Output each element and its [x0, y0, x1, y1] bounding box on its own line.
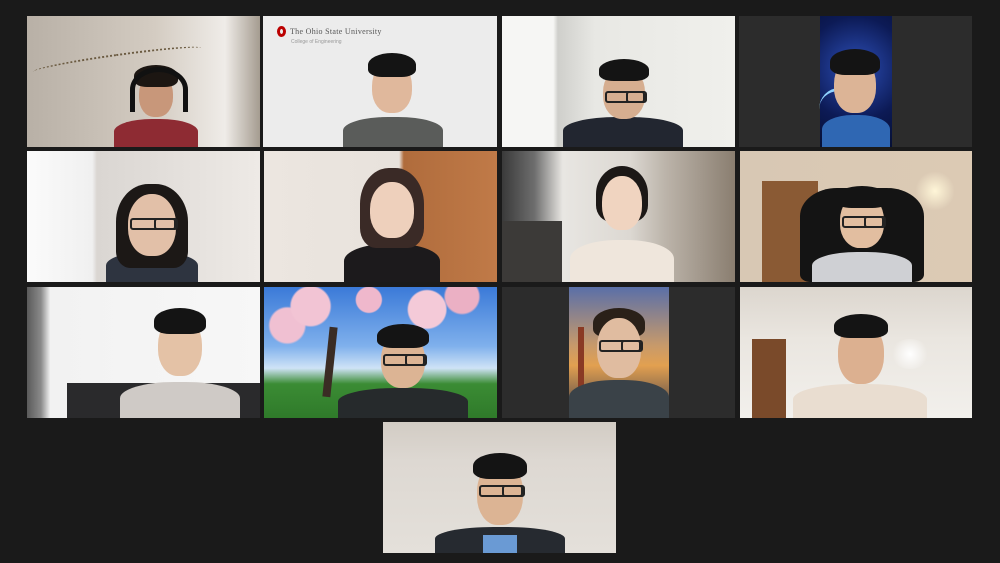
university-logo-text: The Ohio State University: [290, 27, 382, 36]
video-tile-participant-1[interactable]: [27, 16, 260, 147]
participant-avatar: [562, 162, 682, 282]
video-tile-participant-12[interactable]: [740, 287, 972, 418]
glasses-icon: [599, 340, 643, 352]
kitchen-counter: [502, 221, 562, 282]
video-tile-participant-2-active-speaker[interactable]: The Ohio State University College of Eng…: [263, 16, 497, 147]
door-frame: [752, 339, 786, 418]
participant-avatar: [553, 47, 693, 147]
video-tile-participant-8[interactable]: [740, 151, 972, 282]
glasses-icon: [383, 354, 427, 366]
glasses-icon: [479, 485, 525, 497]
video-tile-participant-11[interactable]: [502, 287, 735, 418]
video-tile-participant-9[interactable]: [27, 287, 260, 418]
participant-avatar: [328, 41, 458, 147]
ohio-state-logo: The Ohio State University: [277, 26, 382, 37]
glasses-icon: [130, 218, 178, 230]
video-tile-participant-4[interactable]: [739, 16, 972, 147]
participant-avatar: [328, 318, 478, 418]
video-tile-participant-6[interactable]: [264, 151, 497, 282]
video-tile-participant-7[interactable]: [502, 151, 735, 282]
participant-avatar: [96, 57, 216, 147]
video-tile-participant-3[interactable]: [502, 16, 735, 147]
participant-avatar: [92, 172, 212, 282]
participant-avatar: [782, 172, 942, 282]
participant-avatar: [569, 302, 669, 418]
video-tile-participant-5[interactable]: [27, 151, 260, 282]
shirt-collar: [483, 535, 517, 553]
glasses-icon: [842, 216, 886, 228]
video-tile-participant-10[interactable]: [264, 287, 497, 418]
glasses-icon: [605, 91, 647, 103]
participant-avatar: [110, 298, 250, 418]
headphones-icon: [130, 67, 188, 112]
participant-avatar: [332, 162, 452, 282]
participant-avatar: [820, 37, 892, 147]
participant-avatar: [425, 443, 575, 553]
block-o-icon: [277, 26, 286, 37]
participant-avatar: [785, 308, 935, 418]
video-tile-participant-13[interactable]: [383, 422, 616, 553]
